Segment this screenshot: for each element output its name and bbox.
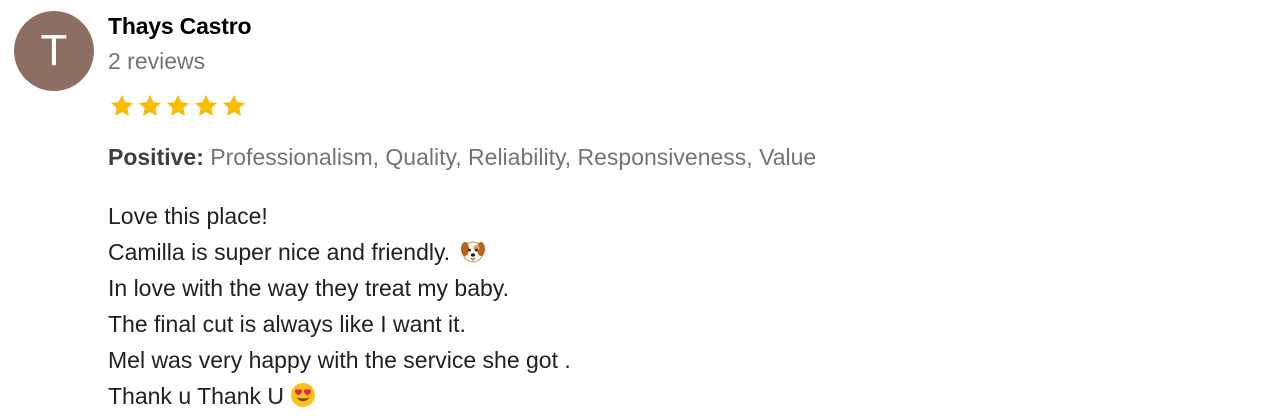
review-content: Thays Castro 2 reviews Positive: Profess… [108, 10, 1254, 414]
star-icon [136, 92, 164, 120]
highlights-values: Professionalism, Quality, Reliability, R… [210, 144, 817, 170]
highlights-label: Positive: [108, 144, 204, 170]
review-line: The final cut is always like I want it. [108, 311, 466, 337]
review-highlights: Positive: Professionalism, Quality, Reli… [108, 142, 1254, 172]
review-card: T Thays Castro 2 reviews Positive: Profe… [14, 10, 1254, 410]
star-rating [108, 92, 1254, 122]
review-count[interactable]: 2 reviews [108, 44, 1254, 78]
review-line: Thank u Thank U [108, 378, 1254, 414]
star-icon [164, 92, 192, 120]
review-line: Mel was very happy with the service she … [108, 347, 571, 373]
author-name[interactable]: Thays Castro [108, 10, 1254, 42]
star-icon [108, 92, 136, 120]
review-line: In love with the way they treat my baby. [108, 275, 509, 301]
star-icon [192, 92, 220, 120]
review-line: Love this place! [108, 203, 268, 229]
heart-eyes-emoji-icon [290, 382, 316, 408]
review-text: Love this place! Camilla is super nice a… [108, 198, 1254, 414]
avatar[interactable]: T [14, 11, 94, 91]
review-line: Camilla is super nice and friendly. [108, 234, 1254, 270]
star-icon [220, 92, 248, 120]
dog-face-emoji-icon [460, 238, 486, 264]
